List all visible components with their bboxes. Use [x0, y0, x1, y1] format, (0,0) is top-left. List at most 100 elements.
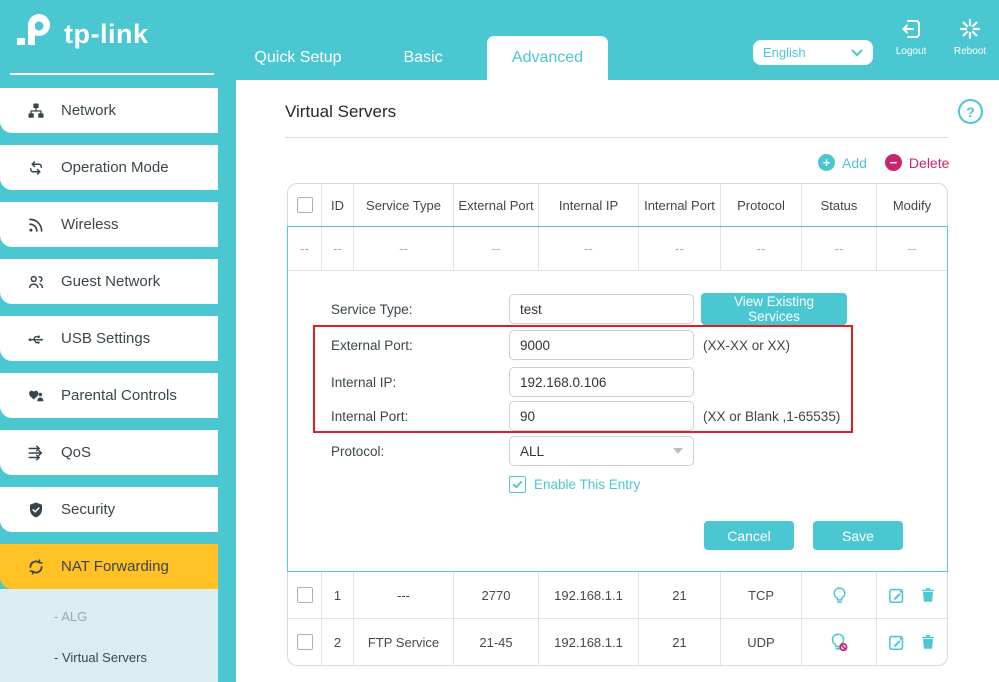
trash-icon[interactable] [919, 633, 937, 651]
cell-id: 2 [321, 619, 353, 665]
enable-entry-checkbox[interactable]: Enable This Entry [509, 476, 640, 493]
sidebar-item-network[interactable]: Network [0, 88, 218, 133]
save-button[interactable]: Save [813, 521, 903, 550]
sidebar-item-label: USB Settings [61, 330, 150, 347]
column-header-id: ID [321, 184, 353, 226]
external-port-hint: (XX-XX or XX) [703, 338, 790, 353]
new-entry-block: -- -- -- -- -- -- -- -- -- Service Type:… [287, 226, 948, 572]
tab-advanced[interactable]: Advanced [487, 36, 608, 80]
sidebar-item-nat-forwarding[interactable]: NAT Forwarding [0, 544, 218, 589]
edit-icon[interactable] [887, 586, 906, 605]
submenu-item-virtual-servers[interactable]: - Virtual Servers [54, 650, 147, 665]
sidebar-item-label: Security [61, 501, 115, 518]
cell-internal-port: 21 [638, 572, 720, 618]
row-checkbox-cell [288, 572, 321, 618]
delete-button[interactable]: Delete [885, 154, 949, 171]
select-all-checkbox[interactable] [297, 197, 313, 213]
add-button[interactable]: Add [818, 154, 867, 171]
sidebar-item-security[interactable]: Security [0, 487, 218, 532]
tp-link-logo-icon [12, 12, 56, 57]
row-checkbox[interactable] [297, 634, 313, 650]
header-checkbox-cell [288, 184, 321, 226]
placeholder-cell: -- [876, 227, 947, 270]
internal-ip-input[interactable] [509, 367, 694, 397]
row-checkbox[interactable] [297, 587, 313, 603]
placeholder-cell: -- [321, 227, 353, 270]
tab-quick-setup[interactable]: Quick Setup [240, 36, 356, 80]
logo-underline [10, 73, 214, 75]
logout-button[interactable]: Logout [888, 17, 934, 57]
sidebar-item-label: Operation Mode [61, 159, 169, 176]
external-port-row: External Port: (XX-XX or XX) [288, 330, 947, 360]
usb-settings-icon [26, 329, 45, 348]
sidebar-item-usb-settings[interactable]: USB Settings [0, 316, 218, 361]
dropdown-arrow-icon [673, 448, 683, 454]
cancel-button[interactable]: Cancel [704, 521, 794, 550]
sidebar-item-parental-controls[interactable]: Parental Controls [0, 373, 218, 418]
logout-label: Logout [896, 46, 927, 57]
top-bar: tp-link Quick Setup Basic Advanced Engli… [0, 0, 999, 80]
checkbox-checked-icon [509, 476, 526, 493]
cell-modify [876, 619, 947, 665]
title-divider [285, 137, 948, 138]
language-select[interactable]: English [753, 40, 873, 65]
reboot-button[interactable]: Reboot [947, 17, 993, 57]
submenu-item-alg[interactable]: - ALG [54, 609, 87, 624]
table-toolbar: Add Delete [818, 154, 949, 171]
sidebar-item-qos[interactable]: QoS [0, 430, 218, 475]
sidebar-item-guest-network[interactable]: Guest Network [0, 259, 218, 304]
cell-external-port: 2770 [453, 572, 538, 618]
nat-forwarding-icon [26, 557, 45, 576]
sidebar-item-wireless[interactable]: Wireless [0, 202, 218, 247]
guest-network-icon [26, 272, 45, 291]
add-label: Add [842, 155, 867, 171]
external-port-label: External Port: [331, 338, 413, 353]
status-enabled-icon[interactable] [829, 585, 850, 606]
sidebar-item-label: Network [61, 102, 116, 119]
cell-status [801, 572, 876, 618]
table-row: 2 FTP Service 21-45 192.168.1.1 21 UDP [288, 618, 947, 665]
cell-protocol: TCP [720, 572, 801, 618]
cell-internal-ip: 192.168.1.1 [538, 572, 638, 618]
cell-id: 1 [321, 572, 353, 618]
delete-label: Delete [909, 155, 949, 171]
cell-internal-port: 21 [638, 619, 720, 665]
logout-icon [899, 17, 923, 44]
operation-mode-icon [26, 158, 45, 177]
brand-name: tp-link [64, 19, 149, 50]
internal-port-input[interactable] [509, 401, 694, 431]
column-header-service-type: Service Type [353, 184, 453, 226]
cell-modify [876, 572, 947, 618]
placeholder-cell: -- [453, 227, 538, 270]
edit-icon[interactable] [887, 633, 906, 652]
tab-basic[interactable]: Basic [386, 36, 460, 80]
external-port-input[interactable] [509, 330, 694, 360]
reboot-icon [958, 17, 982, 44]
status-disabled-icon[interactable] [828, 631, 850, 653]
cell-internal-ip: 192.168.1.1 [538, 619, 638, 665]
column-header-internal-ip: Internal IP [538, 184, 638, 226]
language-value: English [763, 45, 806, 60]
protocol-label: Protocol: [331, 444, 384, 459]
view-existing-services-button[interactable]: View Existing Services [701, 293, 847, 325]
sidebar-item-operation-mode[interactable]: Operation Mode [0, 145, 218, 190]
placeholder-row: -- -- -- -- -- -- -- -- -- [288, 227, 947, 271]
protocol-select[interactable]: ALL [509, 436, 694, 466]
cell-service-type: FTP Service [353, 619, 453, 665]
sidebar-item-label: Guest Network [61, 273, 160, 290]
qos-icon [26, 443, 45, 462]
cell-protocol: UDP [720, 619, 801, 665]
column-header-internal-port: Internal Port [638, 184, 720, 226]
trash-icon[interactable] [919, 586, 937, 604]
add-icon [818, 154, 835, 171]
service-type-label: Service Type: [331, 302, 413, 317]
placeholder-cell: -- [638, 227, 720, 270]
placeholder-cell: -- [801, 227, 876, 270]
help-icon[interactable] [958, 99, 983, 124]
internal-port-label: Internal Port: [331, 409, 408, 424]
table-header-row: ID Service Type External Port Internal I… [288, 184, 947, 226]
entry-editor: Service Type: View Existing Services Ext… [288, 271, 947, 571]
service-type-input[interactable] [509, 294, 694, 324]
internal-ip-label: Internal IP: [331, 375, 396, 390]
placeholder-cell: -- [353, 227, 453, 270]
